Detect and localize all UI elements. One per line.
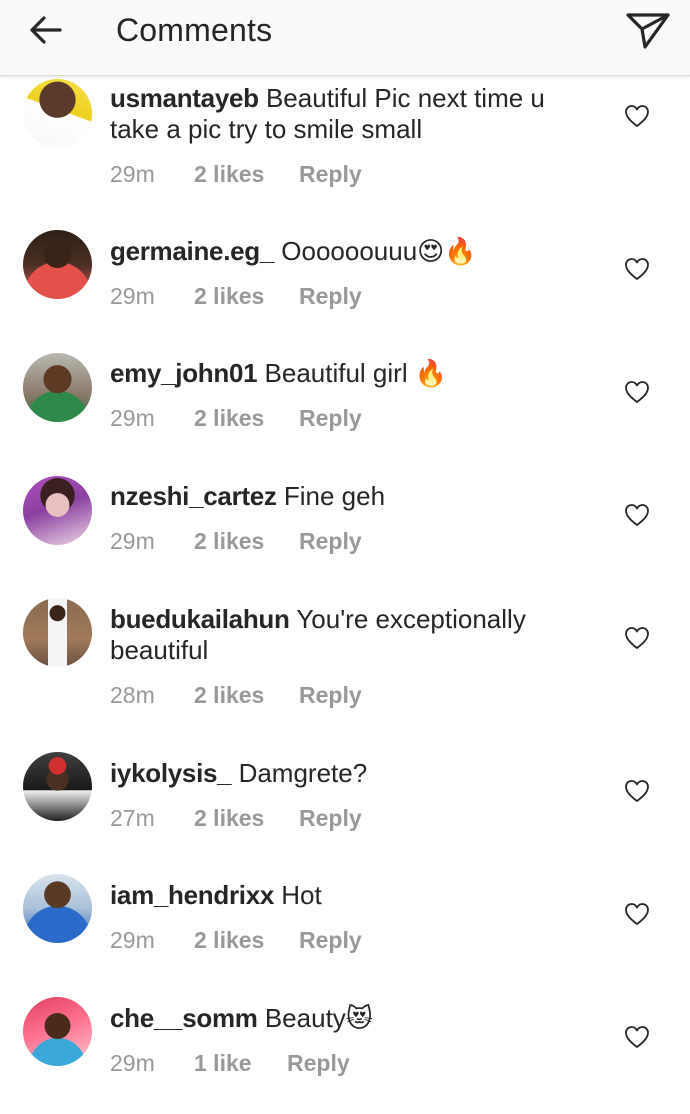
comment-time: 29m (110, 927, 155, 953)
heart-icon[interactable] (624, 626, 650, 650)
comment-time: 28m (110, 682, 155, 708)
comments-screen: Comments usmantayeb Beautiful Pic next t… (0, 0, 690, 1114)
comment-text-block: buedukailahun You're exceptionally beaut… (110, 604, 590, 666)
comment-item: che__somm Beauty😻 29m 1 like Reply (0, 997, 690, 1114)
comment-username[interactable]: iam_hendrixx (110, 880, 274, 910)
comment-username[interactable]: che__somm (110, 1003, 258, 1033)
comment-text-block: iykolysis_ Damgrete? (110, 758, 590, 789)
likes-count[interactable]: 2 likes (194, 160, 299, 188)
comment-meta: 29m 2 likes Reply (110, 926, 590, 954)
share-button[interactable] (620, 6, 676, 54)
avatar[interactable] (23, 752, 92, 821)
comment-username[interactable]: nzeshi_cartez (110, 481, 277, 511)
comment-item: iam_hendrixx Hot 29m 2 likes Reply (0, 874, 690, 997)
reply-button[interactable]: Reply (299, 804, 362, 832)
comment-meta: 27m 2 likes Reply (110, 804, 590, 832)
back-button[interactable] (18, 8, 74, 52)
comment-text-block: nzeshi_cartez Fine geh (110, 481, 590, 512)
avatar[interactable] (23, 598, 92, 667)
comment-meta: 29m 2 likes Reply (110, 404, 590, 432)
likes-count[interactable]: 2 likes (194, 681, 299, 709)
comment-text: Hot (281, 880, 322, 910)
page-title: Comments (116, 12, 273, 48)
comment-text: Beauty😻 (264, 1003, 373, 1033)
heart-icon[interactable] (624, 257, 650, 281)
likes-count[interactable]: 2 likes (194, 404, 299, 432)
reply-button[interactable]: Reply (299, 282, 362, 310)
comment-time: 29m (110, 283, 155, 309)
comment-meta: 29m 2 likes Reply (110, 527, 590, 555)
likes-count[interactable]: 2 likes (194, 282, 299, 310)
likes-count[interactable]: 1 like (194, 1049, 287, 1077)
heart-icon[interactable] (624, 779, 650, 803)
comment-item: usmantayeb Beautiful Pic next time u tak… (0, 76, 690, 230)
heart-icon[interactable] (624, 503, 650, 527)
heart-icon[interactable] (624, 380, 650, 404)
avatar[interactable] (23, 476, 92, 545)
comment-username[interactable]: emy_john01 (110, 358, 258, 388)
avatar[interactable] (23, 353, 92, 422)
comment-text-block: iam_hendrixx Hot (110, 880, 590, 911)
heart-icon[interactable] (624, 902, 650, 926)
reply-button[interactable]: Reply (299, 404, 362, 432)
comment-item: nzeshi_cartez Fine geh 29m 2 likes Reply (0, 475, 690, 598)
comment-text: Oooooouuu😍🔥 (281, 236, 477, 266)
comment-time: 29m (110, 528, 155, 554)
comment-time: 29m (110, 405, 155, 431)
comment-username[interactable]: iykolysis_ (110, 758, 232, 788)
comment-text-block: usmantayeb Beautiful Pic next time u tak… (110, 83, 590, 145)
comment-username[interactable]: usmantayeb (110, 83, 259, 113)
comment-item: emy_john01 Beautiful girl 🔥 29m 2 likes … (0, 352, 690, 475)
reply-button[interactable]: Reply (299, 681, 362, 709)
likes-count[interactable]: 2 likes (194, 804, 299, 832)
paper-plane-icon (626, 13, 670, 49)
avatar[interactable] (23, 874, 92, 943)
comment-time: 29m (110, 1050, 155, 1076)
comment-meta: 28m 2 likes Reply (110, 681, 590, 709)
comment-text-block: germaine.eg_ Oooooouuu😍🔥 (110, 236, 590, 267)
reply-button[interactable]: Reply (299, 527, 362, 555)
likes-count[interactable]: 2 likes (194, 527, 299, 555)
comment-item: germaine.eg_ Oooooouuu😍🔥 29m 2 likes Rep… (0, 230, 690, 352)
reply-button[interactable]: Reply (299, 160, 362, 188)
comment-meta: 29m 2 likes Reply (110, 160, 590, 188)
comment-item: buedukailahun You're exceptionally beaut… (0, 598, 690, 752)
comment-time: 29m (110, 161, 155, 187)
comment-text: Fine geh (283, 481, 386, 511)
avatar[interactable] (23, 79, 92, 148)
heart-icon[interactable] (624, 104, 650, 128)
likes-count[interactable]: 2 likes (194, 926, 299, 954)
heart-icon[interactable] (624, 1025, 650, 1049)
comment-text: Damgrete? (238, 758, 368, 788)
comment-item: iykolysis_ Damgrete? 27m 2 likes Reply (0, 752, 690, 874)
reply-button[interactable]: Reply (299, 926, 362, 954)
reply-button[interactable]: Reply (287, 1049, 350, 1077)
arrow-left-icon (30, 16, 62, 44)
comment-meta: 29m 2 likes Reply (110, 282, 590, 310)
avatar[interactable] (23, 230, 92, 299)
comment-username[interactable]: buedukailahun (110, 604, 290, 634)
comment-text-block: che__somm Beauty😻 (110, 1003, 590, 1034)
comment-text: Beautiful girl 🔥 (264, 358, 448, 388)
top-bar: Comments (0, 0, 690, 76)
comment-text-block: emy_john01 Beautiful girl 🔥 (110, 358, 590, 389)
comment-meta: 29m 1 like Reply (110, 1049, 590, 1077)
comment-username[interactable]: germaine.eg_ (110, 236, 274, 266)
comment-time: 27m (110, 805, 155, 831)
avatar[interactable] (23, 997, 92, 1066)
